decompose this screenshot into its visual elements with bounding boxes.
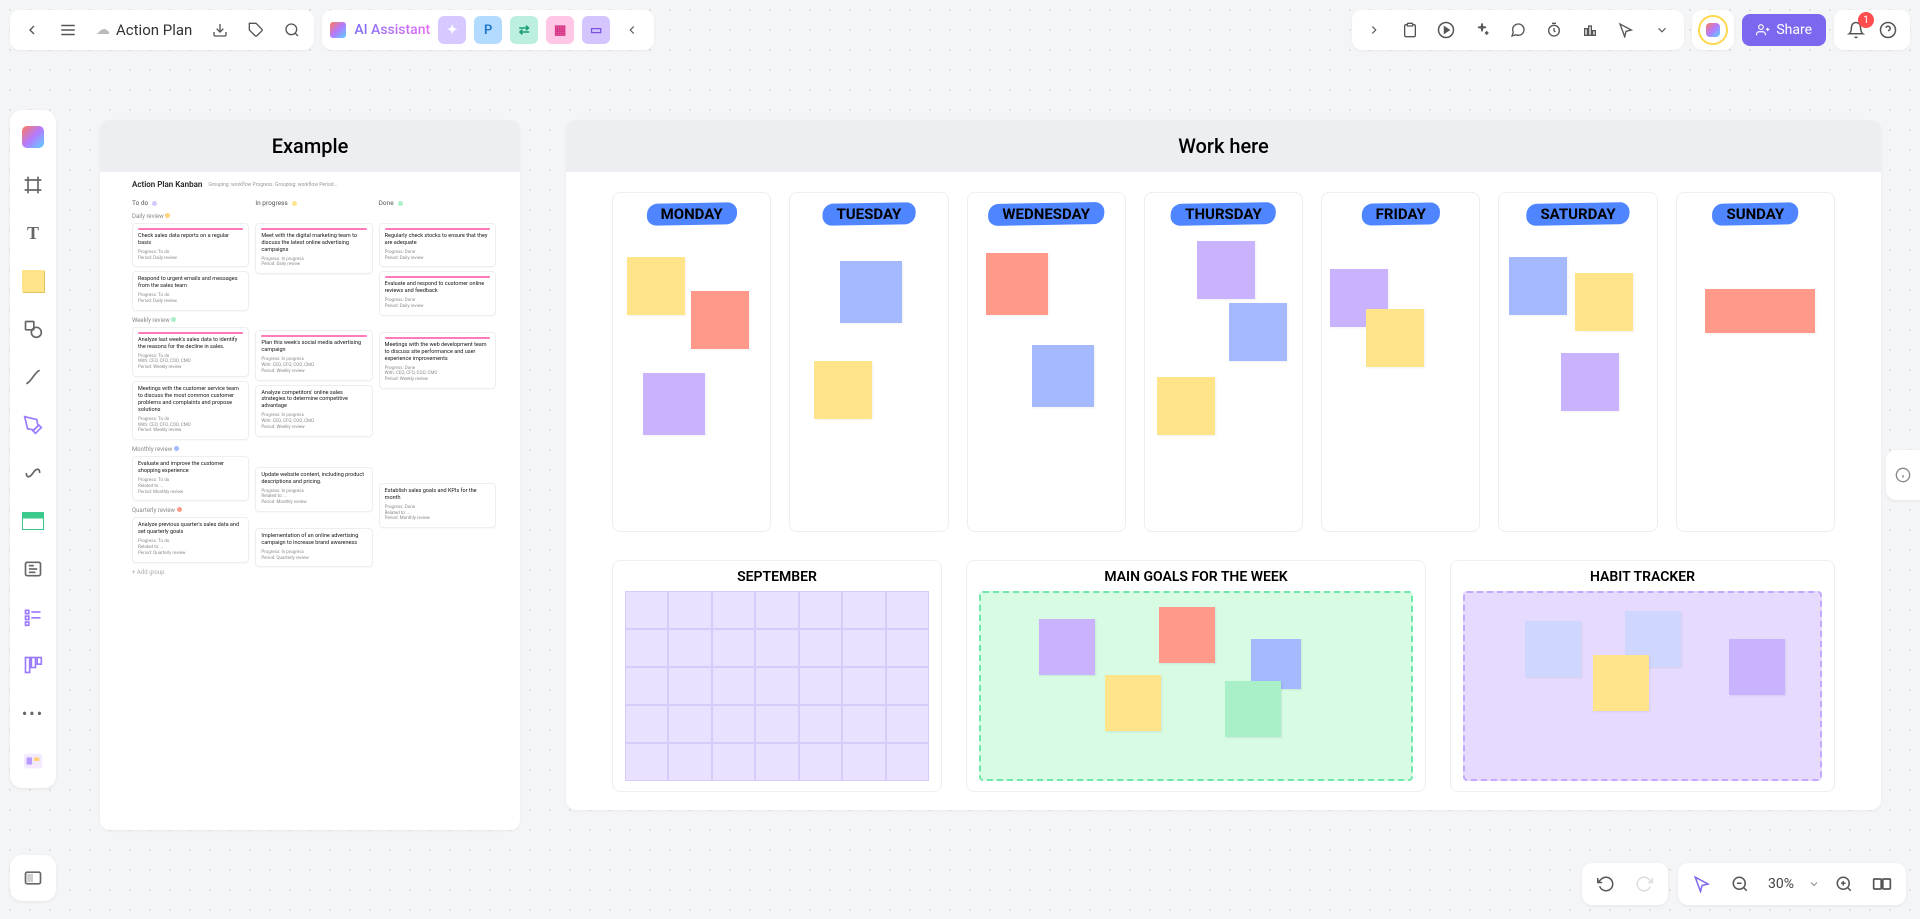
card[interactable]: Meet with the digital marketing team to … xyxy=(261,233,366,254)
group-monthly: Monthly review xyxy=(132,446,172,453)
col-todo: To do xyxy=(132,199,148,207)
sticky-note[interactable] xyxy=(814,361,872,419)
sticky-note[interactable] xyxy=(840,261,902,323)
redo-button[interactable] xyxy=(1630,870,1658,898)
week-row: MONDAY TUESDAY WEDNESDAY THURSDAY xyxy=(612,192,1835,532)
card[interactable]: Check sales data reports on a regular ba… xyxy=(138,233,243,247)
sticky-note[interactable] xyxy=(1032,345,1094,407)
day-label: SATURDAY xyxy=(1540,205,1615,223)
card[interactable]: Analyze last week's sales data to identi… xyxy=(138,337,243,351)
goals-title: MAIN GOALS FOR THE WEEK xyxy=(967,561,1425,591)
day-label: WEDNESDAY xyxy=(1002,205,1090,223)
sticky-note[interactable] xyxy=(1525,621,1581,677)
habit-box[interactable]: HABIT TRACKER xyxy=(1450,560,1835,792)
goals-box[interactable]: MAIN GOALS FOR THE WEEK xyxy=(966,560,1426,792)
zoom-value[interactable]: 30% xyxy=(1764,876,1798,892)
card[interactable]: Respond to urgent emails and messages fr… xyxy=(138,276,243,290)
frame-example-title: Example xyxy=(100,120,520,172)
sticky-note[interactable] xyxy=(643,373,705,435)
day-label: TUESDAY xyxy=(836,205,901,223)
card[interactable]: Plan this week's social media advertisin… xyxy=(261,340,366,354)
sticky-note[interactable] xyxy=(1197,241,1255,299)
zoom-in-button[interactable] xyxy=(1830,870,1858,898)
sticky-note[interactable] xyxy=(1366,309,1424,367)
sticky-note[interactable] xyxy=(1509,257,1567,315)
day-label: MONDAY xyxy=(661,205,723,223)
day-tuesday[interactable]: TUESDAY xyxy=(789,192,948,532)
kanban-grouping: Grouping: workflow Progress. Grouping: w… xyxy=(208,182,337,188)
calendar-title: SEPTEMBER xyxy=(613,561,941,591)
minimap-button[interactable] xyxy=(1868,870,1896,898)
frame-work-title: Work here xyxy=(566,120,1881,172)
kanban-board: Action Plan Kanban Grouping: workflow Pr… xyxy=(132,180,496,810)
kanban-title: Action Plan Kanban xyxy=(132,180,202,189)
sticky-note[interactable] xyxy=(1705,289,1815,333)
day-wednesday[interactable]: WEDNESDAY xyxy=(967,192,1126,532)
undo-button[interactable] xyxy=(1592,870,1620,898)
card[interactable]: Implementation of an online advertising … xyxy=(261,533,366,547)
sticky-note[interactable] xyxy=(627,257,685,315)
sticky-note[interactable] xyxy=(1105,675,1161,731)
sticky-note[interactable] xyxy=(691,291,749,349)
sticky-note[interactable] xyxy=(1593,655,1649,711)
group-quarterly: Quarterly review xyxy=(132,507,175,514)
sticky-note[interactable] xyxy=(1039,619,1095,675)
frame-work-here[interactable]: Work here MONDAY TUESDAY WEDNESDAY xyxy=(566,120,1881,810)
card[interactable]: Meetings with the customer service team … xyxy=(138,386,243,414)
card[interactable]: Regularly check stocks to ensure that th… xyxy=(385,233,490,247)
day-label: THURSDAY xyxy=(1185,205,1262,223)
group-daily: Daily review xyxy=(132,213,164,220)
day-label: SUNDAY xyxy=(1726,205,1784,223)
col-done: Done xyxy=(379,199,394,207)
day-saturday[interactable]: SATURDAY xyxy=(1498,192,1657,532)
calendar-grid xyxy=(625,591,929,781)
sticky-note[interactable] xyxy=(1157,377,1215,435)
select-mode-button[interactable] xyxy=(1688,870,1716,898)
card[interactable]: Meetings with the web development team t… xyxy=(385,342,490,363)
day-monday[interactable]: MONDAY xyxy=(612,192,771,532)
card[interactable]: Evaluate and improve the customer shoppi… xyxy=(138,461,243,475)
sticky-note[interactable] xyxy=(1561,353,1619,411)
col-inprogress: In progress xyxy=(255,199,287,207)
card[interactable]: Analyze competitors' online sales strate… xyxy=(261,390,366,411)
card[interactable]: Evaluate and respond to customer online … xyxy=(385,281,490,295)
sticky-note[interactable] xyxy=(1575,273,1633,331)
group-weekly: Weekly review xyxy=(132,317,170,324)
card[interactable]: Update website content, including produc… xyxy=(261,472,366,486)
sticky-note[interactable] xyxy=(986,253,1048,315)
day-label: FRIDAY xyxy=(1376,205,1426,223)
habit-title: HABIT TRACKER xyxy=(1451,561,1834,591)
sticky-note[interactable] xyxy=(1159,607,1215,663)
day-thursday[interactable]: THURSDAY xyxy=(1144,192,1303,532)
calendar-box[interactable]: SEPTEMBER xyxy=(612,560,942,792)
day-sunday[interactable]: SUNDAY xyxy=(1676,192,1835,532)
sticky-note[interactable] xyxy=(1729,639,1785,695)
chevron-down-icon[interactable] xyxy=(1808,878,1820,890)
sticky-note[interactable] xyxy=(1225,681,1281,737)
card[interactable]: Analyze previous quarter's sales data an… xyxy=(138,522,243,536)
zoom-out-button[interactable] xyxy=(1726,870,1754,898)
card[interactable]: Establish sales goals and KPIs for the m… xyxy=(385,488,490,502)
frame-example[interactable]: Example Action Plan Kanban Grouping: wor… xyxy=(100,120,520,830)
lower-row: SEPTEMBER MAIN GOALS FOR THE WEEK xyxy=(612,560,1835,792)
day-friday[interactable]: FRIDAY xyxy=(1321,192,1480,532)
sticky-note[interactable] xyxy=(1229,303,1287,361)
add-group[interactable]: + Add group xyxy=(132,569,249,576)
